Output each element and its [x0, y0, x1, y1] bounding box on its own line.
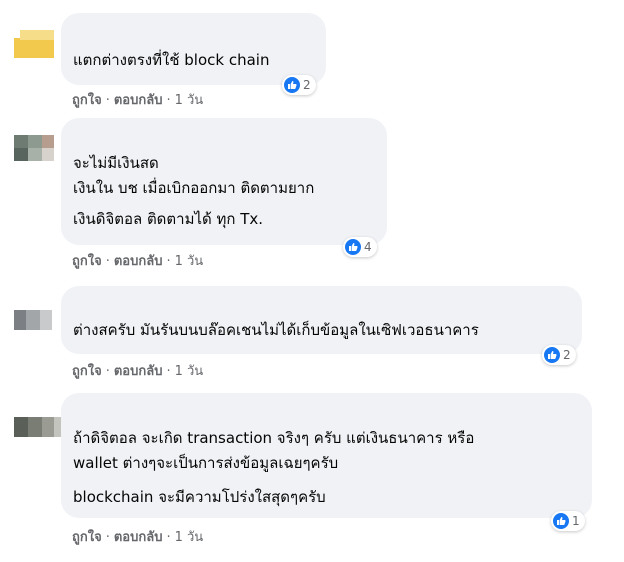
like-icon — [544, 347, 560, 363]
separator-dot: · — [105, 254, 110, 269]
like-icon — [284, 77, 300, 93]
reaction-count: 2 — [563, 348, 571, 362]
timestamp[interactable]: 1 วัน — [175, 250, 204, 271]
reply-link[interactable]: ตอบกลับ — [114, 250, 163, 271]
avatar-pixel — [26, 310, 40, 330]
like-link[interactable]: ถูกใจ — [72, 526, 102, 547]
comment-text: wallet ต่างๆจะเป็นการส่งข้อมูลเฉยๆครับ — [73, 454, 339, 472]
avatar-pixel — [28, 148, 42, 161]
reaction-badge[interactable]: 1 — [551, 511, 585, 531]
avatar-pixel — [42, 135, 54, 148]
like-link[interactable]: ถูกใจ — [72, 89, 102, 110]
timestamp[interactable]: 1 วัน — [175, 360, 204, 381]
separator-dot: · — [166, 93, 171, 108]
avatar-pixel — [40, 310, 52, 330]
comment-actions: ถูกใจ · ตอบกลับ · 1 วัน — [72, 89, 203, 110]
avatar-pixel — [14, 310, 26, 330]
like-icon — [345, 239, 361, 255]
separator-dot: · — [105, 364, 110, 379]
timestamp[interactable]: 1 วัน — [175, 89, 204, 110]
comment-text: เงินดิจิตอล ติดตามได้ ทุก Tx. — [73, 210, 264, 228]
reply-link[interactable]: ตอบกลับ — [114, 89, 163, 110]
separator-dot: · — [166, 364, 171, 379]
reaction-badge[interactable]: 2 — [542, 345, 576, 365]
avatar[interactable] — [14, 135, 58, 161]
reply-link[interactable]: ตอบกลับ — [114, 526, 163, 547]
comment-actions: ถูกใจ · ตอบกลับ · 1 วัน — [72, 250, 203, 271]
comment-text: blockchain จะมีความโปร่งใสสุดๆครับ — [73, 488, 326, 506]
avatar-pixel — [28, 417, 42, 437]
separator-dot: · — [105, 93, 110, 108]
separator-dot: · — [105, 530, 110, 545]
comment-text: จะไม่มีเงินสด — [73, 154, 159, 172]
avatar-pixel — [14, 417, 28, 437]
comment-bubble: จะไม่มีเงินสด เงินใน บช เมื่อเบิกออกมา ต… — [61, 118, 387, 245]
avatar-pixel — [14, 38, 54, 58]
comment-bubble: ถ้าดิจิตอล จะเกิด transaction จริงๆ ครับ… — [61, 393, 592, 518]
reaction-badge[interactable]: 2 — [282, 75, 316, 95]
comment-text: ถ้าดิจิตอล จะเกิด transaction จริงๆ ครับ… — [73, 429, 475, 447]
avatar[interactable] — [14, 417, 62, 437]
avatar-pixel — [14, 135, 28, 148]
comment-text: แตกต่างตรงที่ใช้ block chain — [73, 51, 270, 69]
reply-link[interactable]: ตอบกลับ — [114, 360, 163, 381]
comment-actions: ถูกใจ · ตอบกลับ · 1 วัน — [72, 360, 203, 381]
reaction-badge[interactable]: 4 — [343, 237, 377, 257]
like-icon — [553, 513, 569, 529]
like-link[interactable]: ถูกใจ — [72, 250, 102, 271]
separator-dot: · — [166, 530, 171, 545]
comment-bubble: แตกต่างตรงที่ใช้ block chain — [61, 13, 326, 85]
avatar[interactable] — [14, 30, 54, 58]
comment-actions: ถูกใจ · ตอบกลับ · 1 วัน — [72, 526, 203, 547]
avatar-pixel — [14, 148, 28, 161]
reaction-count: 2 — [303, 78, 311, 92]
reaction-count: 4 — [364, 240, 372, 254]
comment-bubble: ต่างสครับ มันรันบนบล๊อคเชนไม่ได้เก็บข้อม… — [61, 286, 582, 354]
avatar-pixel — [20, 30, 54, 40]
separator-dot: · — [166, 254, 171, 269]
avatar-pixel — [28, 135, 42, 148]
like-link[interactable]: ถูกใจ — [72, 360, 102, 381]
avatar[interactable] — [14, 310, 52, 330]
comment-text: เงินใน บช เมื่อเบิกออกมา ติดตามยาก — [73, 179, 315, 197]
avatar-pixel — [42, 417, 54, 437]
avatar-pixel — [42, 148, 54, 161]
timestamp[interactable]: 1 วัน — [175, 526, 204, 547]
comment-text: ต่างสครับ มันรันบนบล๊อคเชนไม่ได้เก็บข้อม… — [73, 321, 479, 339]
reaction-count: 1 — [572, 514, 580, 528]
